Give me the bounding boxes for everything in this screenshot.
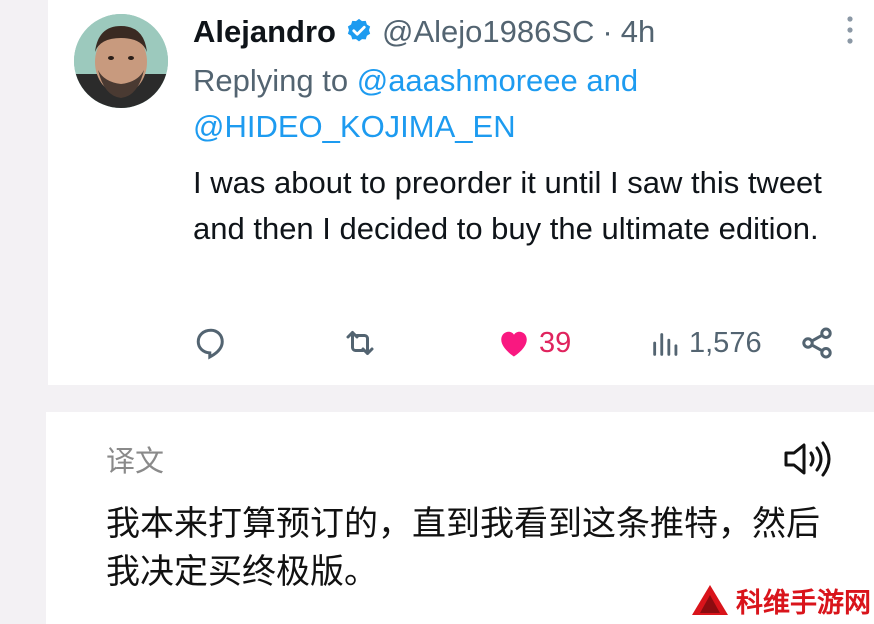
mention-conjunction: and xyxy=(586,63,639,98)
author-name[interactable]: Alejandro xyxy=(193,14,336,50)
author-handle[interactable]: @Alejo1986SC xyxy=(382,14,594,50)
separator-dot: · xyxy=(602,14,613,49)
more-options-icon[interactable] xyxy=(842,14,858,46)
translation-label: 译文 xyxy=(106,446,165,478)
replying-prefix: Replying to xyxy=(193,63,349,98)
like-button[interactable]: 39 xyxy=(495,318,571,368)
watermark-logo-icon xyxy=(692,585,728,615)
mention-link-2[interactable]: @HIDEO_KOJIMA_EN xyxy=(193,109,516,144)
reply-icon xyxy=(196,328,224,360)
retweet-icon xyxy=(346,331,374,355)
likes-count: 39 xyxy=(539,326,572,359)
views-button[interactable]: 1,576 xyxy=(649,318,762,368)
views-count: 1,576 xyxy=(689,326,762,359)
tweet-card: Alejandro @Alejo1986SC · 4h Replying to … xyxy=(48,0,874,385)
watermark-text: 科维手游网 xyxy=(736,587,871,618)
tweet-actions: 39 1,576 xyxy=(193,318,853,368)
watermark: 科维手游网 xyxy=(690,580,871,620)
verified-badge-icon xyxy=(347,18,371,42)
tweet-text: I was about to preorder it until I saw t… xyxy=(193,165,822,246)
speaker-icon[interactable] xyxy=(780,436,836,482)
share-button[interactable] xyxy=(799,318,835,368)
retweet-button[interactable] xyxy=(341,318,379,368)
views-icon xyxy=(653,333,678,356)
mention-link-1[interactable]: @aaashmoreee xyxy=(357,63,578,98)
reply-button[interactable] xyxy=(193,318,229,368)
avatar[interactable] xyxy=(74,14,168,108)
replying-to: Replying to @aaashmoreee and @HIDEO_KOJI… xyxy=(193,58,733,150)
tweet-header: Alejandro @Alejo1986SC · 4h xyxy=(193,10,655,54)
heart-icon xyxy=(501,331,527,357)
tweet-time[interactable]: 4h xyxy=(621,14,655,50)
share-icon xyxy=(802,327,832,359)
